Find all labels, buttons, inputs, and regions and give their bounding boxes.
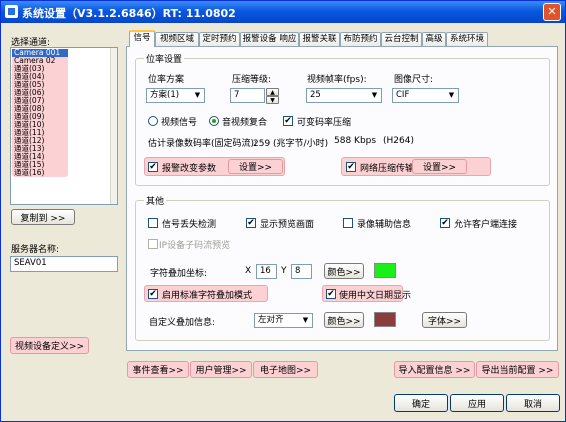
std-overlay-checkbox[interactable]: ✔ xyxy=(148,289,158,299)
tab-panel-signal: 位率设置 位率方案 方案(1) ▼ 压缩等级: 7 ▲ ▼ 视频帧率(fps):… xyxy=(126,46,558,351)
allow-client-checkbox[interactable]: ✔ xyxy=(440,218,450,228)
alarm-change-checkbox[interactable]: ✔ xyxy=(148,162,158,172)
bitrate-mode-value: 方案(1) xyxy=(150,90,180,100)
channel-list-scrollbar[interactable] xyxy=(110,48,117,204)
chevron-down-icon: ▼ xyxy=(191,89,204,102)
ok-button[interactable]: 确定 xyxy=(394,394,448,412)
channel-items: Camera 001 Camera 02 通道(03) 通道(04) 通道(05) 通道(… xyxy=(12,49,68,177)
bitrate-mode-select[interactable]: 方案(1) ▼ xyxy=(146,88,205,103)
cn-date-label: 使用中文日期显示 xyxy=(339,291,412,301)
color-swatch-1 xyxy=(374,263,396,278)
y-label: Y xyxy=(281,266,287,276)
net-transfer-label: 网络压缩传输 xyxy=(360,164,415,174)
chevron-down-icon: ▼ xyxy=(299,314,312,327)
record-aux-label: 录像辅助信息 xyxy=(357,220,412,230)
record-aux-checkbox[interactable] xyxy=(343,218,353,228)
import-config-button[interactable]: 导入配置信息 >> xyxy=(394,361,475,378)
app-icon xyxy=(5,5,18,18)
chevron-down-icon: ▼ xyxy=(368,89,381,102)
x-label: X xyxy=(245,266,252,276)
show-preview-label: 显示预览画面 xyxy=(260,220,315,230)
bitrate-group-title: 位率设置 xyxy=(144,52,185,65)
channel-list-item[interactable]: 通道(16) xyxy=(12,169,68,177)
chevron-down-icon: ▼ xyxy=(445,89,458,102)
copy-to-button[interactable]: 复制到 >> xyxy=(11,209,75,225)
tab-alarm-link[interactable]: 报警关联 xyxy=(299,32,340,46)
image-size-select[interactable]: CIF ▼ xyxy=(392,88,459,103)
other-group-title: 其他 xyxy=(144,194,167,207)
av-composite-label: 音视频复合 xyxy=(222,118,268,128)
video-signal-label: 视频信号 xyxy=(161,118,198,128)
overlay-coord-label: 字符叠加坐标: xyxy=(150,269,208,279)
fps-select[interactable]: 25 ▼ xyxy=(306,88,382,103)
bitrate-mode-label: 位率方案 xyxy=(148,75,185,85)
estimate-codec: (H264) xyxy=(383,136,414,146)
tab-schedule[interactable]: 定时预约 xyxy=(199,32,240,46)
x-input[interactable]: 16 xyxy=(256,264,277,279)
show-preview-checkbox[interactable]: ✔ xyxy=(246,218,256,228)
signal-loss-label: 信号丢失检测 xyxy=(162,220,217,230)
export-config-button[interactable]: 导出当前配置 >> xyxy=(476,361,559,378)
e-map-button[interactable]: 电子地图>> xyxy=(253,361,318,378)
spin-up-icon[interactable]: ▲ xyxy=(266,88,279,96)
settings-window: 系统设置（V3.1.2.6846）RT: 11.0802 ✕ 选择通道: Cam… xyxy=(0,0,566,422)
close-button[interactable]: ✕ xyxy=(543,3,561,21)
signal-loss-checkbox[interactable] xyxy=(148,218,158,228)
tab-system-env[interactable]: 系统环境 xyxy=(446,32,488,46)
event-view-button[interactable]: 事件查看>> xyxy=(127,361,189,378)
tab-arming-schedule[interactable]: 布防预约 xyxy=(340,32,381,46)
net-transfer-checkbox[interactable]: ✔ xyxy=(346,162,356,172)
align-value: 左对齐 xyxy=(258,315,284,325)
estimate-value: 259 (兆字节/小时) xyxy=(253,139,329,149)
std-overlay-label: 启用标准字符叠加模式 xyxy=(162,291,253,301)
compression-label: 压缩等级: xyxy=(232,75,272,85)
window-title: 系统设置（V3.1.2.6846）RT: 11.0802 xyxy=(22,7,236,20)
tab-advanced[interactable]: 高级 xyxy=(422,32,446,46)
spin-down-icon[interactable]: ▼ xyxy=(266,96,279,104)
align-select[interactable]: 左对齐 ▼ xyxy=(254,313,313,328)
estimate-kbps: 588 Kbps xyxy=(334,136,377,146)
tab-ptz-control[interactable]: 云台控制 xyxy=(381,32,422,46)
image-size-label: 图像尺寸: xyxy=(394,75,434,85)
vbr-label: 可变码率压缩 xyxy=(297,118,352,128)
channel-list[interactable]: Camera 001 Camera 02 通道(03) 通道(04) 通道(05) 通道(… xyxy=(10,47,118,205)
fps-label: 视频帧率(fps): xyxy=(307,75,367,85)
server-name-label: 服务器名称: xyxy=(11,245,60,255)
image-size-value: CIF xyxy=(396,90,410,100)
server-name-input[interactable]: SEAV01 xyxy=(10,256,118,272)
compression-input[interactable]: 7 xyxy=(230,88,265,103)
allow-client-label: 允许客户端连接 xyxy=(454,220,518,230)
tab-video-region[interactable]: 视频区域 xyxy=(155,32,199,46)
user-management-button[interactable]: 用户管理>> xyxy=(190,361,252,378)
custom-overlay-label: 自定义叠加信息: xyxy=(149,318,216,328)
ip-device-label: IP设备子码流预览 xyxy=(159,241,231,251)
alarm-change-label: 报警改变参数 xyxy=(162,164,217,174)
y-input[interactable]: 8 xyxy=(291,264,312,279)
cn-date-checkbox[interactable]: ✔ xyxy=(326,289,336,299)
tab-signal[interactable]: 信号 xyxy=(129,30,155,47)
title-bar[interactable]: 系统设置（V3.1.2.6846）RT: 11.0802 ✕ xyxy=(1,1,565,23)
color-swatch-2 xyxy=(374,312,396,327)
fps-value: 25 xyxy=(310,90,321,100)
av-composite-radio[interactable] xyxy=(209,116,219,126)
tab-alarm-device-response[interactable]: 报警设备 响应 xyxy=(240,32,299,46)
net-setup-button[interactable]: 设置>> xyxy=(412,159,467,174)
ip-device-checkbox[interactable] xyxy=(148,239,158,249)
alarm-setup-button[interactable]: 设置>> xyxy=(228,159,283,174)
font-button[interactable]: 字体>> xyxy=(422,312,467,328)
color-button-2[interactable]: 颜色>> xyxy=(324,312,364,328)
vbr-checkbox[interactable]: ✔ xyxy=(283,116,293,126)
estimate-label: 估计录像数码率(固定码流): xyxy=(148,139,258,149)
video-device-define-button[interactable]: 视频设备定义>> xyxy=(10,337,89,354)
apply-button[interactable]: 应用 xyxy=(450,394,504,412)
color-button-1[interactable]: 颜色>> xyxy=(324,263,364,279)
cancel-button[interactable]: 取消 xyxy=(506,394,560,412)
video-signal-radio[interactable] xyxy=(148,116,158,126)
